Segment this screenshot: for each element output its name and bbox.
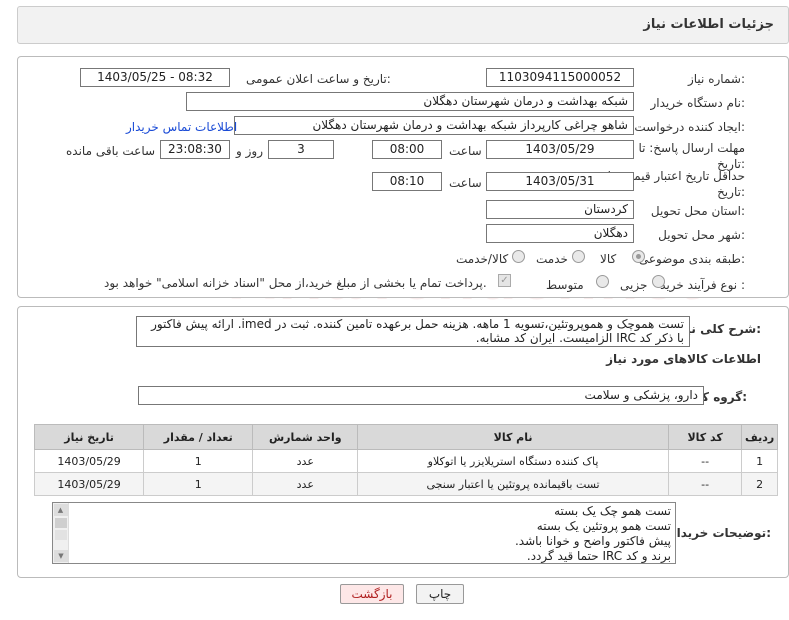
announce-field: 1403/05/25 - 08:32 [80,68,230,87]
note-line: تست همو چک یک بسته [554,504,671,518]
treasury-payment-checkbox[interactable]: ✓ [498,274,511,287]
scroll-up-icon[interactable]: ▲ [53,504,68,516]
note-line: برند و کد IRC حتما قید گردد. [526,549,671,563]
cell-name: تست باقیمانده پروتئین یا اعتبار سنجی [357,472,669,496]
process-radio-medium[interactable] [596,275,609,288]
remaining-label: ساعت باقی مانده [66,144,156,158]
category-label: طبقه بندی موضوعی: [638,252,745,266]
cell-name: پاک کننده دستگاه استریلایزر یا اتوکلاو [357,449,669,473]
city-label: شهر محل تحویل: [658,228,745,242]
table-row: 1 -- پاک کننده دستگاه استریلایزر یا اتوک… [33,449,778,473]
goods-table: ردیف کد کالا نام کالا واحد شمارش تعداد /… [33,424,778,496]
buyer-contact-link[interactable]: اطلاعات تماس خریدار [126,120,237,134]
creator-label: ایجاد کننده درخواست: [634,120,745,134]
goods-section-title: اطلاعات کالاهای مورد نیاز [606,352,761,366]
scroll-thumb[interactable] [54,518,67,528]
cell-code: -- [667,472,743,496]
page-header: جزئیات اطلاعات نیاز [17,6,789,44]
category-radio-both[interactable] [512,250,525,263]
process-radio-minor[interactable] [652,275,665,288]
city-field: دهگلان [486,224,634,243]
cell-qty: 1 [143,472,254,496]
col-header-name: نام کالا [357,424,669,450]
goods-group-field: دارو، پزشکی و سلامت [138,386,704,405]
deadline-label-text: مهلت ارسال پاسخ: تا تاریخ: [638,141,745,171]
cell-row: 2 [741,472,778,496]
price-validity-date-field: 1403/05/31 [486,172,634,191]
days-label: روز و [236,144,263,158]
cell-row: 1 [741,449,778,473]
cell-qty: 1 [143,449,254,473]
deadline-date-field: 1403/05/29 [486,140,634,159]
table-row: 2 -- تست باقیمانده پروتئین یا اعتبار سنج… [33,472,778,496]
page-title: جزئیات اطلاعات نیاز [643,17,774,32]
col-header-unit: واحد شمارش [252,424,359,450]
buyer-notes-label: توضیحات خریدار: [669,526,771,540]
note-line: پیش فاکتور واضح و خوانا باشد. [514,534,671,548]
price-validity-time-label: ساعت [449,176,482,190]
buyer-org-field: شبکه بهداشت و درمان شهرستان دهگلان [186,92,634,111]
buyer-notes-content: تست همو چک یک بسته تست همو پروتئین یک بس… [514,504,671,563]
category-option-goods: کالا [600,252,617,266]
buyer-notes-textarea[interactable]: ▲ ▼ تست همو چک یک بسته تست همو پروتئین ی… [52,502,676,564]
category-option-service: خدمت [536,252,568,266]
remaining-time-field: 23:08:30 [160,140,230,159]
deadline-time-field: 08:00 [372,140,442,159]
payment-note: پرداخت تمام یا بخشی از مبلغ خرید،از محل … [104,276,487,290]
cell-unit: عدد [252,449,359,473]
col-header-row: ردیف [741,424,778,450]
process-option-minor: جزیی [620,278,648,292]
province-label: استان محل تحویل: [650,204,745,218]
col-header-qty: تعداد / مقدار [143,424,254,450]
announce-label: تاریخ و ساعت اعلان عمومی: [246,72,391,86]
print-button[interactable]: چاپ [416,584,464,604]
days-field: 3 [268,140,334,159]
summary-text: تست هموچک و هموپروتئین،تسویه 1 ماهه. هزی… [151,317,684,345]
notes-scrollbar[interactable]: ▲ ▼ [53,503,69,563]
buyer-org-label: نام دستگاه خریدار: [650,96,746,110]
cell-date: 1403/05/29 [33,472,145,496]
category-radio-goods[interactable] [632,250,645,263]
cell-code: -- [667,449,743,473]
category-option-both: کالا/خدمت [456,252,509,266]
scroll-down-icon[interactable]: ▼ [54,550,68,562]
summary-textarea[interactable]: تست هموچک و هموپروتئین،تسویه 1 ماهه. هزی… [136,316,690,347]
deadline-time-label: ساعت [449,144,482,158]
process-option-medium: متوسط [546,278,584,292]
cell-unit: عدد [252,472,359,496]
price-validity-time-field: 08:10 [372,172,442,191]
scroll-track [54,530,67,540]
back-button[interactable]: بازگشت [340,584,404,604]
col-header-date: تاریخ نیاز [33,424,145,450]
cell-date: 1403/05/29 [33,449,145,473]
col-header-code: کد کالا [667,424,743,450]
note-line: تست همو پروتئین یک بسته [536,519,671,533]
need-number-field: 1103094115000052 [486,68,634,87]
process-label: نوع فرآیند خرید : [660,278,745,292]
province-field: کردستان [486,200,634,219]
creator-field: شاهو چراغی کارپرداز شبکه بهداشت و درمان … [234,116,634,135]
category-radio-service[interactable] [572,250,585,263]
goods-table-header: ردیف کد کالا نام کالا واحد شمارش تعداد /… [33,424,778,450]
need-number-label: شماره نیاز: [687,72,745,86]
